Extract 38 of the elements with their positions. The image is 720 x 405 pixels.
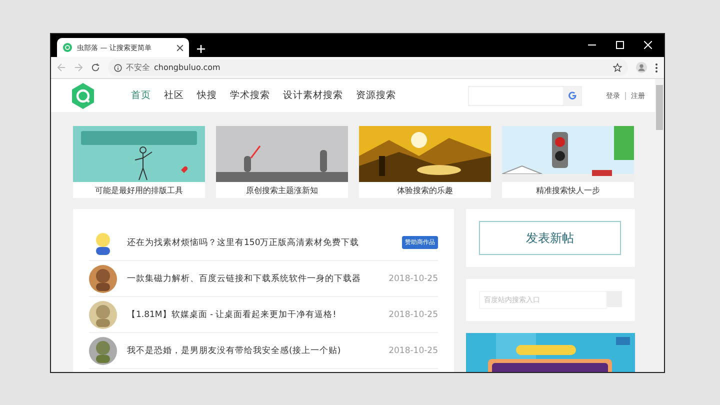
maximize-icon[interactable] [616, 41, 624, 49]
google-search-button[interactable] [563, 86, 581, 104]
post-title[interactable]: 我不是恐婚，是男朋友没有带给我安全感(接上一个贴) [127, 344, 379, 356]
security-label: 不安全 [126, 62, 150, 73]
g-icon [568, 91, 576, 100]
post-date: 2018-10-25 [388, 346, 438, 356]
nav-link[interactable]: 快搜 [197, 89, 217, 102]
site-icon [63, 43, 72, 52]
address-bar[interactable]: 不安全 chongbuluo.com [108, 59, 628, 76]
new-post-button[interactable]: 发表新帖 [479, 221, 621, 255]
feature-card[interactable]: 精准搜索快人一步 [502, 126, 634, 198]
reload-icon[interactable] [91, 63, 100, 72]
post-title[interactable]: 一款集磁力解析、百度云链接和下载系统软件一身的下载器 [127, 272, 379, 284]
account-icon[interactable] [636, 62, 647, 73]
post-title[interactable]: 【1.81M】软媒桌面 - 让桌面看起来更加干净有逼格! [127, 308, 379, 320]
feature-card[interactable]: 可能是最好用的排版工具 [73, 126, 205, 198]
star-icon[interactable] [613, 63, 622, 72]
nav-link[interactable]: 资源搜索 [356, 89, 396, 102]
nav-link[interactable]: 设计素材搜索 [283, 89, 343, 102]
url-text: chongbuluo.com [154, 63, 220, 72]
feature-card[interactable]: 原创搜索主题涨新知 [216, 126, 348, 198]
info-icon [114, 64, 122, 72]
plus-icon[interactable] [197, 45, 205, 53]
card-caption: 体验搜索的乐趣 [396, 184, 454, 196]
search-field[interactable] [468, 86, 582, 106]
nav-link[interactable]: 学术搜索 [230, 89, 270, 102]
close-icon[interactable] [177, 44, 183, 50]
nav-link[interactable]: 首页 [131, 89, 151, 102]
card-caption: 原创搜索主题涨新知 [245, 184, 319, 196]
nav-link[interactable]: 社区 [164, 89, 184, 102]
scrollbar-thumb[interactable] [656, 85, 663, 130]
card-caption: 精准搜索快人一步 [535, 184, 601, 196]
feature-card[interactable]: 体验搜索的乐趣 [359, 126, 491, 198]
post-title[interactable]: 还在为找素材烦恼吗？这里有150万正版高清素材免费下载 [127, 236, 392, 248]
post-date: 2018-10-25 [388, 310, 438, 320]
menu-icon[interactable] [655, 62, 658, 72]
card-caption: 可能是最好用的排版工具 [94, 184, 184, 196]
post-date: 2018-10-25 [388, 274, 438, 284]
